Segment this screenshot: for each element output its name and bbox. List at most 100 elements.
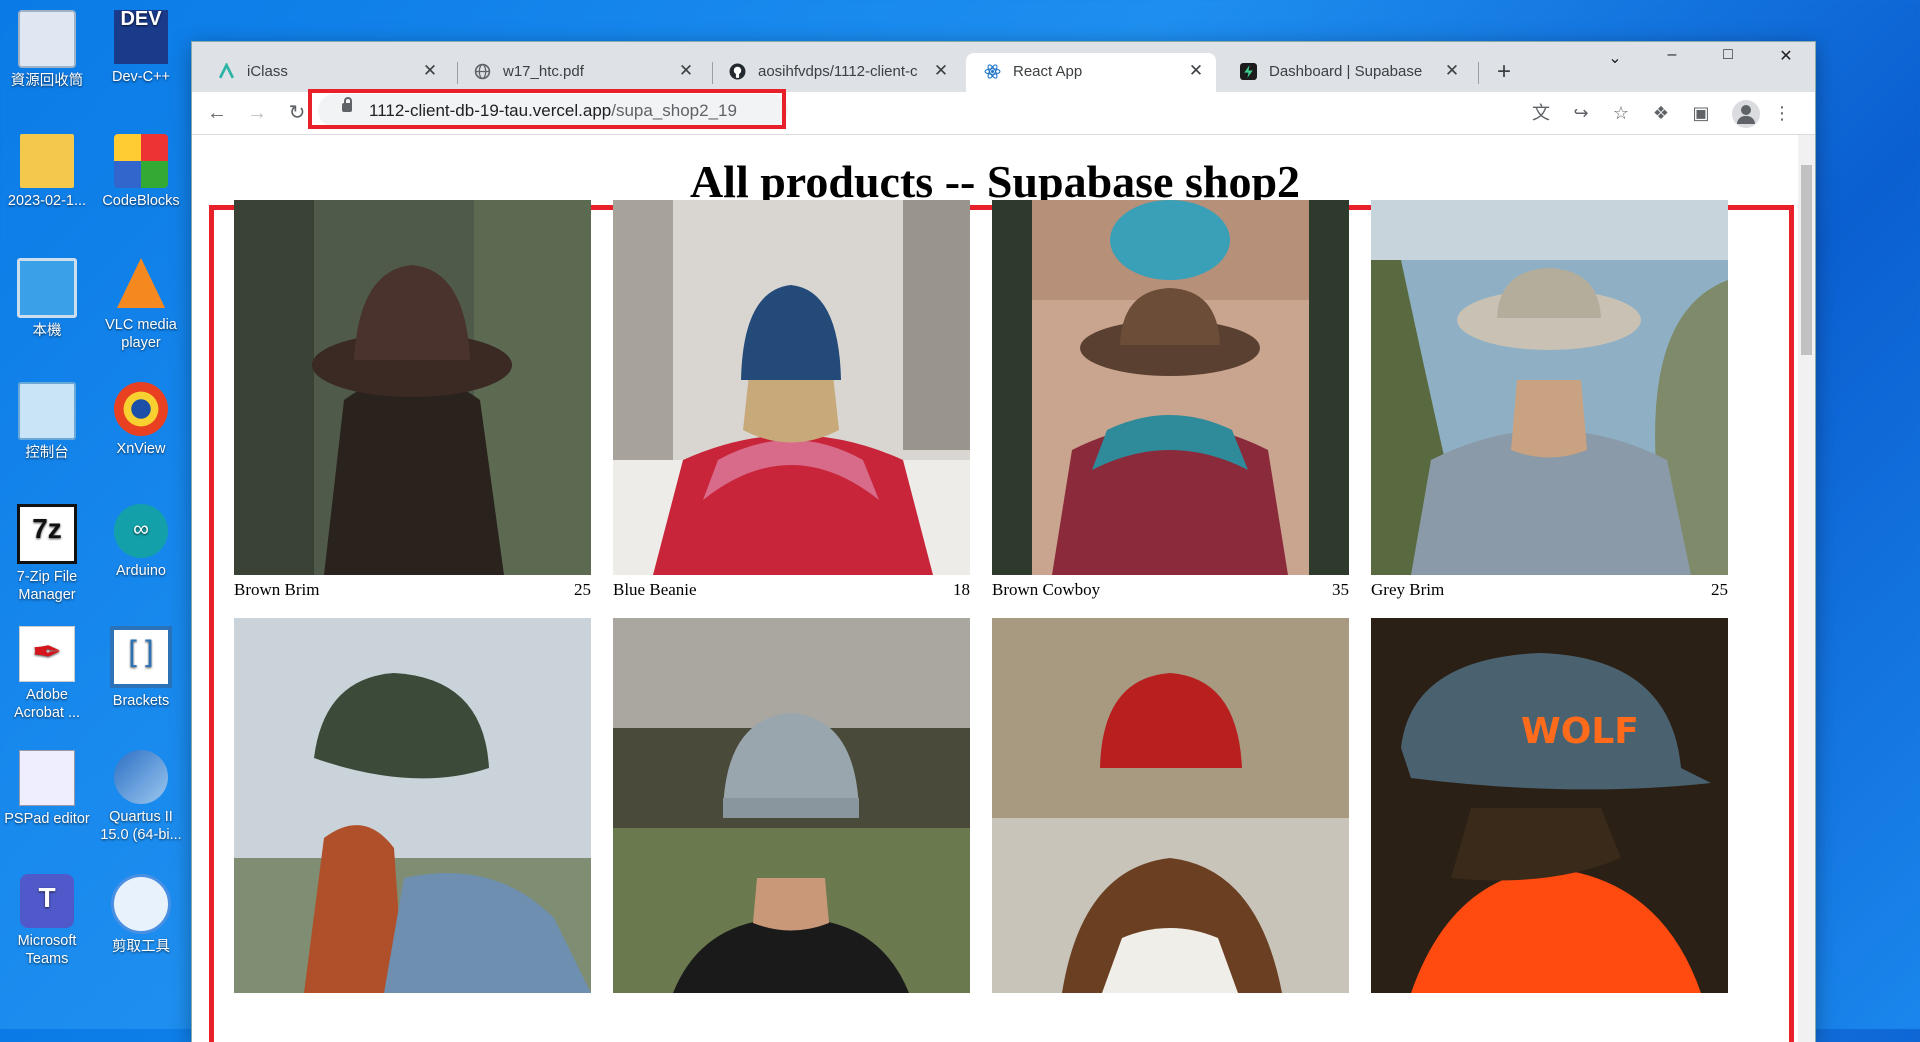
desktop-icon-label: Microsoft Teams <box>17 933 77 967</box>
scrollbar-thumb[interactable] <box>1801 165 1812 355</box>
react-icon <box>984 64 1001 79</box>
product-name: Brown Brim <box>234 580 320 599</box>
product-card[interactable]: Blue Beanie 18 <box>613 200 970 599</box>
product-card[interactable]: Brown Cowboy 35 <box>992 200 1349 599</box>
close-icon[interactable]: ✕ <box>676 61 696 81</box>
desktop-icon-folder[interactable]: 2023-02-1... <box>0 130 94 210</box>
product-image <box>613 618 970 993</box>
product-card[interactable]: Brown Brim 25 <box>234 200 591 599</box>
more-menu-icon[interactable]: ⋮ <box>1770 101 1794 125</box>
product-price: 25 <box>1711 580 1728 599</box>
desktop-icon-codeblocks[interactable]: CodeBlocks <box>94 130 188 210</box>
translate-icon[interactable]: 文 <box>1529 101 1553 125</box>
desktop-icon-control-panel[interactable]: 控制台 <box>0 378 94 462</box>
address-bar-highlight <box>308 89 786 129</box>
control-panel-icon <box>18 382 76 440</box>
close-icon[interactable]: ✕ <box>931 61 951 81</box>
tab-supabase[interactable]: Dashboard | Supabase ✕ <box>1222 53 1472 92</box>
tab-search-chevron-icon[interactable]: ⌄ <box>1595 48 1635 68</box>
desktop-icon-label: 7-Zip File Manager <box>16 569 78 603</box>
browser-window: iClass ✕ w17_htc.pdf ✕ aosihfvdps/1112-c… <box>192 42 1815 1042</box>
desktop-icon-label: PSPad editor <box>4 811 90 827</box>
desktop-icon-quartus[interactable]: Quartus II 15.0 (64-bi... <box>94 746 188 844</box>
share-icon[interactable]: ↪ <box>1569 101 1593 125</box>
codeblocks-icon <box>114 134 168 188</box>
desktop-icon-label: 剪取工具 <box>112 939 170 955</box>
product-name: Grey Brim <box>1371 580 1445 599</box>
bookmark-star-icon[interactable]: ☆ <box>1609 101 1633 125</box>
close-window-button[interactable]: ✕ <box>1766 46 1806 66</box>
desktop-icon-xnview[interactable]: XnView <box>94 378 188 458</box>
product-image <box>613 200 970 575</box>
desktop-icon-label: 資源回收筒 <box>10 73 84 89</box>
product-image: WOLF <box>1371 618 1728 993</box>
product-name: Blue Beanie <box>613 580 697 599</box>
tab-github[interactable]: aosihfvdps/1112-client-c ✕ <box>711 53 961 92</box>
product-card[interactable]: Grey Brim 25 <box>1371 200 1728 599</box>
desktop-icon-label: 控制台 <box>25 445 69 461</box>
desktop-icon-pspad[interactable]: PSPad editor <box>0 746 94 828</box>
desktop-icon-arduino[interactable]: ∞ Arduino <box>94 500 188 580</box>
desktop-icon-label: Brackets <box>112 693 170 709</box>
desktop-icon-7zip[interactable]: 7z 7-Zip File Manager <box>0 500 94 604</box>
close-icon[interactable]: ✕ <box>1442 61 1462 81</box>
desktop-icon-label: Quartus II 15.0 (64-bi... <box>100 809 182 843</box>
recycle-bin-icon <box>18 10 76 68</box>
side-panel-icon[interactable]: ▣ <box>1689 101 1713 125</box>
tab-title: React App <box>1013 63 1083 80</box>
product-image <box>1371 200 1728 575</box>
page-scrollbar[interactable] <box>1798 135 1815 1042</box>
tab-w17-pdf[interactable]: w17_htc.pdf ✕ <box>456 53 706 92</box>
7zip-icon: 7z <box>17 504 77 564</box>
product-card[interactable] <box>992 618 1349 993</box>
tab-title: aosihfvdps/1112-client-c <box>758 63 918 80</box>
reload-button[interactable]: ↻ <box>284 100 310 126</box>
pspad-icon <box>19 750 75 806</box>
product-image <box>992 200 1349 575</box>
desktop-icon-teams[interactable]: T Microsoft Teams <box>0 870 94 968</box>
tab-title: w17_htc.pdf <box>503 63 584 80</box>
desktop-icon-label: Adobe Acrobat ... <box>13 687 81 721</box>
profile-avatar[interactable] <box>1732 100 1760 128</box>
desktop-icon-vlc[interactable]: VLC media player <box>94 254 188 352</box>
computer-icon <box>17 258 77 318</box>
desktop-icon-brackets[interactable]: [ ] Brackets <box>94 622 188 710</box>
snipping-tool-icon <box>111 874 171 934</box>
tab-iclass[interactable]: iClass ✕ <box>200 53 450 92</box>
desktop-icon-snipping-tool[interactable]: 剪取工具 <box>94 870 188 956</box>
minimize-button[interactable]: – <box>1652 46 1692 64</box>
desktop-icon-label: CodeBlocks <box>102 193 180 209</box>
extensions-icon[interactable]: ❖ <box>1649 101 1673 125</box>
desktop-icon-devcpp[interactable]: DEV Dev-C++ <box>94 6 188 86</box>
maximize-button[interactable]: □ <box>1708 46 1748 64</box>
desktop-icon-label: Arduino <box>116 563 166 579</box>
quartus-icon <box>114 750 168 804</box>
folder-icon <box>20 134 74 188</box>
close-icon[interactable]: ✕ <box>420 61 440 81</box>
teams-icon: T <box>20 874 74 928</box>
product-card[interactable] <box>234 618 591 993</box>
tab-title: iClass <box>247 63 288 80</box>
tab-title: Dashboard | Supabase <box>1269 63 1423 80</box>
product-card[interactable]: WOLF <box>1371 618 1728 993</box>
product-image <box>234 618 591 993</box>
product-image <box>992 618 1349 993</box>
product-name: Brown Cowboy <box>992 580 1101 599</box>
desktop-icon-this-pc[interactable]: 本機 <box>0 254 94 340</box>
desktop-icon-acrobat[interactable]: ✒ Adobe Acrobat ... <box>0 622 94 722</box>
desktop-icon-label: 2023-02-1... <box>7 193 87 209</box>
desktop-icon-label: Dev-C++ <box>111 69 171 85</box>
desktop-icon-recycle-bin[interactable]: 資源回收筒 <box>0 6 94 90</box>
product-price: 25 <box>574 580 591 599</box>
page-viewport: All products -- Supabase shop2 Brown Bri… <box>192 135 1798 1042</box>
iclass-icon <box>218 63 235 79</box>
tab-react-app[interactable]: React App ✕ <box>966 53 1216 92</box>
devcpp-icon: DEV <box>114 9 168 64</box>
new-tab-button[interactable]: + <box>1497 58 1511 86</box>
tab-strip: iClass ✕ w17_htc.pdf ✕ aosihfvdps/1112-c… <box>192 42 1815 92</box>
forward-button: → <box>247 102 267 124</box>
back-button[interactable]: ← <box>204 100 230 126</box>
product-card[interactable] <box>613 618 970 993</box>
close-icon[interactable]: ✕ <box>1186 61 1206 81</box>
desktop-icon-label: VLC media player <box>105 317 177 351</box>
